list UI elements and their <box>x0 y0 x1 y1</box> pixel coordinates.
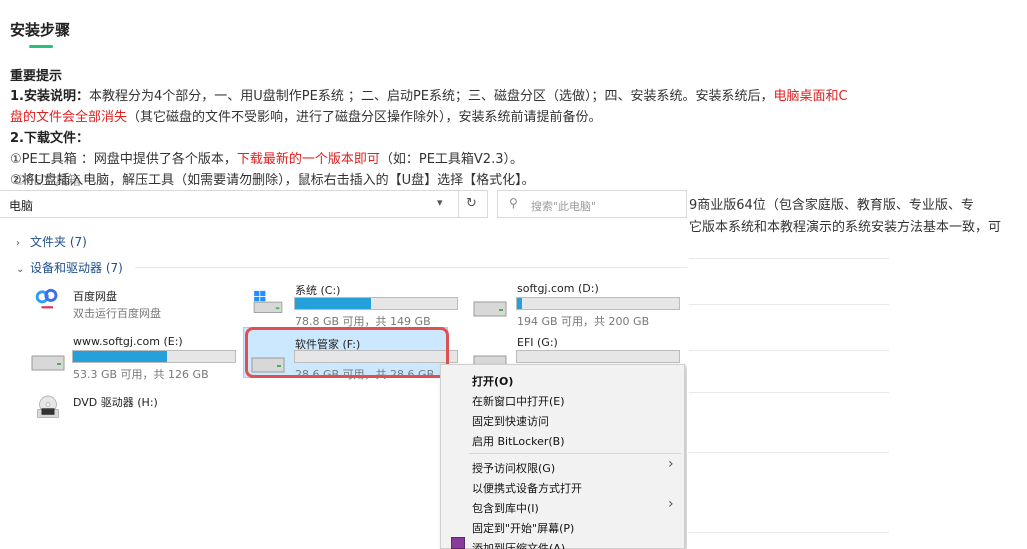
menu-item-include-library[interactable]: 包含到库中(I) <box>472 500 539 516</box>
menu-item-bitlocker[interactable]: 启用 BitLocker(B) <box>472 433 565 449</box>
drive-name: 百度网盘 <box>73 290 117 303</box>
drive-sub: 53.3 GB 可用，共 126 GB <box>73 368 209 381</box>
drive-usage-bar <box>516 350 680 363</box>
system-drive-icon <box>253 290 283 313</box>
group-folders[interactable]: › 文件夹 (7) <box>16 233 87 250</box>
drive-usage-bar <box>516 297 680 310</box>
menu-item-pin-quick-access[interactable]: 固定到快速访问 <box>472 413 549 429</box>
drive-name: DVD 驱动器 (H:) <box>73 396 158 409</box>
right-text-line1: 9商业版64位（包含家庭版、教育版、专业版、专 <box>689 198 974 213</box>
address-text: 电脑 <box>9 199 34 213</box>
chevron-down-icon: ⌄ <box>16 264 25 275</box>
install-note-label: 1.安装说明： <box>10 89 89 104</box>
drive-name: EFI (G:) <box>517 336 558 349</box>
title-underline <box>29 45 53 48</box>
install-note-warning-a: 电脑桌面和C <box>773 89 848 104</box>
drive-name: softgj.com (D:) <box>517 282 599 295</box>
install-note-text-b: （其它磁盘的文件不受影响，进行了磁盘分区操作除外），安装系统前请提前备份。 <box>127 110 602 125</box>
menu-item-pin-start[interactable]: 固定到"开始"屏幕(P) <box>472 520 574 536</box>
baidu-netdisk-icon <box>35 288 58 309</box>
chevron-right-icon: › <box>668 496 674 512</box>
divider <box>689 452 889 453</box>
dvd-badge: DVD <box>40 417 60 426</box>
download-text-a: ①PE工具箱 ：网盘中提供了各个版本， <box>10 152 237 167</box>
divider <box>689 350 889 351</box>
download-text-b: （如：PE工具箱V2.3）。 <box>379 152 523 167</box>
install-note-text: 本教程分为4个部分，一、用U盘制作PE系统 ；二、启动PE系统；三、磁盘分区（选… <box>88 89 774 104</box>
menu-item-open[interactable]: 打开(O) <box>472 373 513 389</box>
drive-usage-fill <box>295 298 372 309</box>
page-title: 安装步骤 <box>10 21 71 39</box>
install-note-line1: 1.安装说明：本教程分为4个部分，一、用U盘制作PE系统 ；二、启动PE系统；三… <box>10 87 848 107</box>
search-input[interactable]: ⚲ 搜索"此电脑" <box>497 190 687 218</box>
context-menu: 打开(O) 在新窗口中打开(E) 固定到快速访问 启用 BitLocker(B)… <box>440 364 685 549</box>
refresh-icon[interactable]: ↻ <box>466 196 477 211</box>
highlight-annotation <box>245 327 449 378</box>
chevron-right-icon: › <box>668 456 674 472</box>
group-devices-label: 设备和驱动器 (7) <box>30 261 123 275</box>
download-line: ①PE工具箱 ：网盘中提供了各个版本，下载最新的一个版本即可（如：PE工具箱V2… <box>10 150 523 170</box>
divider <box>689 532 889 533</box>
menu-item-give-access[interactable]: 授予访问权限(G) <box>472 460 555 476</box>
hard-drive-icon <box>31 355 65 371</box>
group-folders-label: 文件夹 (7) <box>30 235 87 249</box>
group-devices[interactable]: ⌄ 设备和驱动器 (7) <box>16 259 123 276</box>
address-bar[interactable]: 电脑 ▾ ↻ <box>0 190 488 218</box>
important-label: 重要提示 <box>10 69 63 84</box>
install-note-warning-b: 盘的文件会全部消失 <box>10 110 128 125</box>
menu-item-open-portable[interactable]: 以便携式设备方式打开 <box>472 480 582 496</box>
menu-separator <box>469 453 681 454</box>
drive-name: 系统 (C:) <box>295 284 341 297</box>
download-text-red: 下载最新的一个版本即可 <box>236 152 380 167</box>
search-placeholder: 搜索"此电脑" <box>531 200 597 213</box>
right-text-line2: 它版本系统和本教程演示的系统安装方法基本一致，可 <box>689 220 1002 235</box>
search-icon: ⚲ <box>509 196 518 210</box>
drive-usage-bar <box>72 350 236 363</box>
divider <box>689 258 889 259</box>
drive-usage-bar <box>294 297 458 310</box>
drive-usage-fill <box>73 351 167 362</box>
file-explorer-window: 电脑 ▾ ↻ ⚲ 搜索"此电脑" › 文件夹 (7) ⌄ 设备和驱动器 (7) 百度… <box>0 186 687 549</box>
archive-icon <box>451 537 465 549</box>
hard-drive-icon <box>473 301 507 317</box>
install-note-line2: 盘的文件会全部消失（其它磁盘的文件不受影响，进行了磁盘分区操作除外），安装系统前… <box>10 108 602 128</box>
divider <box>135 267 687 268</box>
drive-name: www.softgj.com (E:) <box>73 335 183 348</box>
menu-item-add-archive[interactable]: 添加到压缩文件(A)... <box>472 540 576 549</box>
menu-item-open-new-window[interactable]: 在新窗口中打开(E) <box>472 393 565 409</box>
chevron-right-icon: › <box>16 238 20 249</box>
download-label: 2.下载文件： <box>10 131 89 146</box>
drive-usage-fill <box>517 298 522 309</box>
chevron-down-icon[interactable]: ▾ <box>437 196 443 209</box>
divider <box>689 304 889 305</box>
drive-sub: 194 GB 可用，共 200 GB <box>517 315 650 328</box>
drive-sub: 双击运行百度网盘 <box>73 307 161 320</box>
divider <box>458 191 459 217</box>
divider <box>689 392 889 393</box>
